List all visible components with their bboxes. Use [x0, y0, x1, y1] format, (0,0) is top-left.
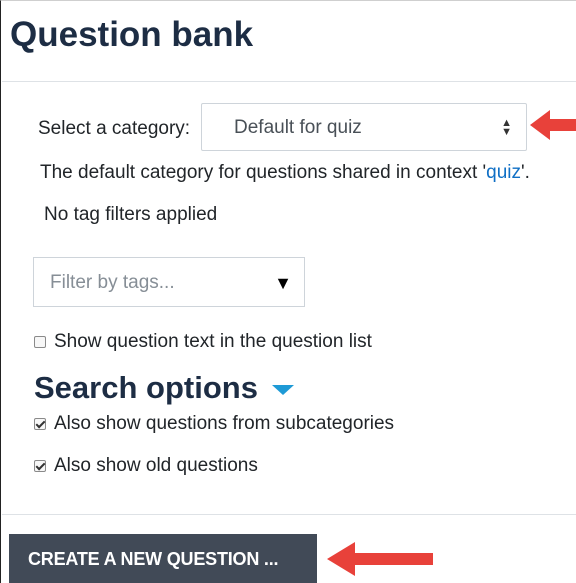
- category-description-suffix: '.: [521, 162, 530, 183]
- show-question-text-option: Show question text in the question list: [34, 331, 372, 353]
- old-questions-label: Also show old questions: [54, 455, 258, 476]
- category-label: Select a category:: [38, 118, 191, 139]
- old-questions-option: Also show old questions: [34, 455, 258, 477]
- subcategories-option: Also show questions from subcategories: [34, 413, 394, 435]
- search-options-heading: Search options: [34, 370, 258, 405]
- tag-filter-input[interactable]: Filter by tags... ▼: [33, 257, 305, 307]
- top-divider: [2, 81, 576, 82]
- category-select[interactable]: Default for quiz ▲ ▼: [201, 103, 527, 151]
- create-new-question-button[interactable]: CREATE A NEW QUESTION ...: [9, 534, 317, 583]
- collapse-triangle-icon: [271, 385, 294, 395]
- context-quiz-link[interactable]: quiz: [486, 162, 521, 183]
- category-description: The default category for questions share…: [40, 162, 530, 184]
- annotation-arrow-icon: [327, 542, 433, 576]
- select-updown-icon: ▲ ▼: [501, 117, 512, 138]
- show-question-text-checkbox[interactable]: [34, 336, 46, 348]
- page-title: Question bank: [10, 15, 254, 54]
- question-bank-page: Question bank Select a category: Default…: [0, 0, 576, 583]
- category-selected-value: Default for quiz: [234, 117, 362, 138]
- old-questions-checkbox[interactable]: [34, 460, 46, 472]
- bottom-divider: [2, 514, 576, 515]
- tag-filter-placeholder: Filter by tags...: [50, 272, 175, 293]
- annotation-arrow-icon: [530, 110, 576, 140]
- search-options-toggle[interactable]: Search options: [34, 369, 294, 407]
- dropdown-caret-icon[interactable]: ▼: [274, 272, 292, 294]
- category-description-prefix: The default category for questions share…: [40, 162, 487, 183]
- show-question-text-label: Show question text in the question list: [54, 331, 372, 352]
- subcategories-label: Also show questions from subcategories: [54, 413, 395, 434]
- tag-filter-status: No tag filters applied: [44, 204, 218, 225]
- subcategories-checkbox[interactable]: [34, 418, 46, 430]
